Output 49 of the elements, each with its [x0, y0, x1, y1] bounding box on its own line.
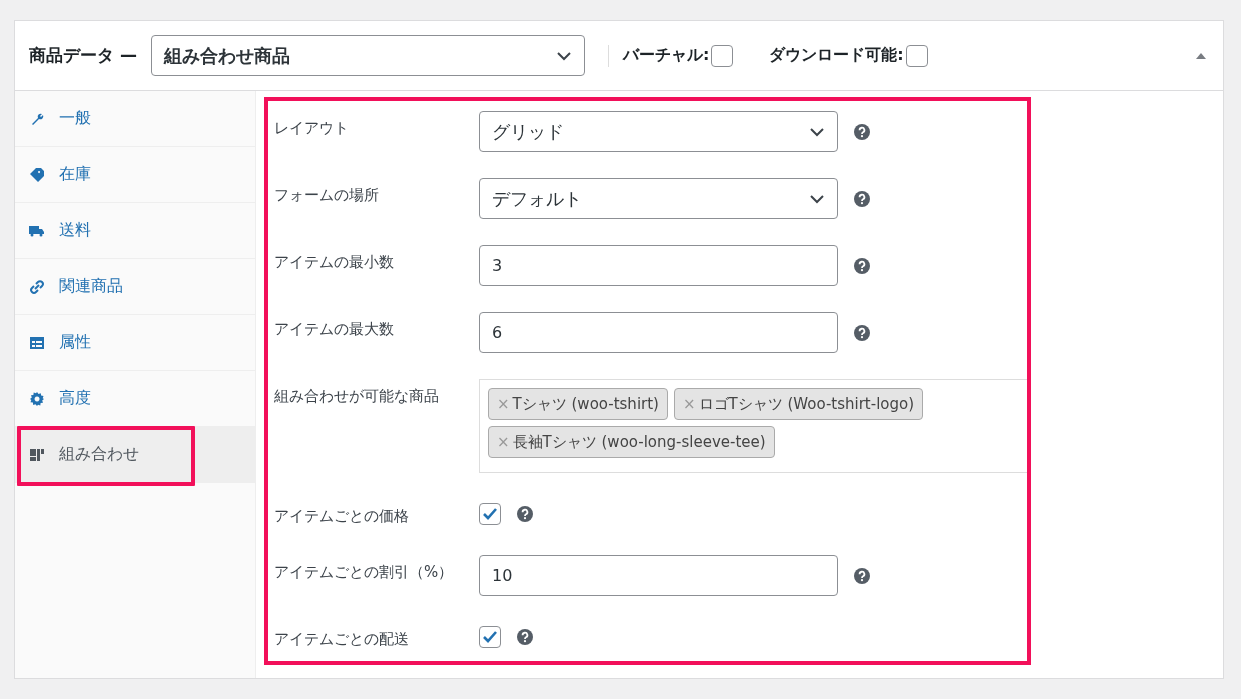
sidebar-tab[interactable]: 一般 — [15, 91, 255, 146]
number-field[interactable]: 10 — [479, 555, 838, 596]
option-label: ダウンロード可能: — [769, 45, 904, 66]
chevron-icon — [809, 126, 825, 137]
link-icon — [29, 278, 45, 295]
help-icon[interactable] — [854, 567, 870, 584]
collapse-icon[interactable] — [1195, 51, 1207, 60]
settings-icon — [29, 390, 45, 407]
checkbox[interactable] — [479, 626, 501, 648]
product-tag[interactable]: × ロゴTシャツ (Woo-tshirt-logo) — [673, 388, 924, 420]
help-icon[interactable] — [854, 257, 870, 274]
sidebar-tab[interactable]: 関連商品 — [15, 259, 255, 314]
list-icon — [29, 334, 45, 351]
field-label: アイテムごとの割引（%） — [274, 562, 455, 582]
field-label: アイテムごとの配送 — [274, 629, 410, 649]
checkmark-icon — [482, 630, 498, 644]
product-type-dropdown[interactable]: 組み合わせ商品 — [150, 35, 585, 76]
sidebar-tab[interactable]: 高度 — [15, 371, 255, 426]
product-tag[interactable]: × Tシャツ (woo-tshirt) — [488, 388, 668, 420]
field-label: 組み合わせが可能な商品 — [274, 386, 440, 406]
chevron-icon — [555, 50, 572, 61]
sidebar-tab[interactable]: 在庫 — [15, 147, 255, 202]
chevron-icon — [809, 193, 825, 204]
dropdown[interactable]: グリッド — [479, 111, 838, 152]
checkbox[interactable] — [905, 44, 928, 67]
checkbox[interactable] — [479, 503, 501, 525]
sidebar-tab[interactable]: 送料 — [15, 203, 255, 258]
field-label: アイテムの最大数 — [274, 319, 395, 339]
checkmark-icon — [482, 507, 498, 521]
tag-icon — [29, 166, 45, 183]
help-icon[interactable] — [854, 324, 870, 341]
product-tag[interactable]: × 長袖Tシャツ (woo-long-sleeve-tee) — [488, 426, 775, 458]
number-field[interactable]: 3 — [479, 245, 838, 286]
field-label: フォームの場所 — [274, 185, 380, 205]
tag-field[interactable]: × Tシャツ (woo-tshirt) × ロゴTシャツ (Woo-tshirt-logo) × 長袖Tシャツ (woo-long-sleeve-tee) — [479, 379, 1030, 473]
grid-icon — [29, 446, 45, 463]
option-label: バーチャル: — [622, 45, 710, 66]
field-label: アイテムの最小数 — [274, 252, 395, 272]
sidebar-tab[interactable]: 属性 — [15, 315, 255, 370]
field-label: アイテムごとの価格 — [274, 506, 410, 526]
checkbox[interactable] — [711, 44, 734, 67]
dropdown[interactable]: デフォルト — [479, 178, 838, 219]
help-icon[interactable] — [517, 629, 533, 645]
field-label: レイアウト — [274, 118, 350, 138]
number-field[interactable]: 6 — [479, 312, 838, 353]
panel-title: 商品データ — — [29, 44, 137, 67]
help-icon[interactable] — [854, 190, 870, 207]
help-icon[interactable] — [854, 123, 870, 140]
help-icon[interactable] — [517, 506, 533, 522]
